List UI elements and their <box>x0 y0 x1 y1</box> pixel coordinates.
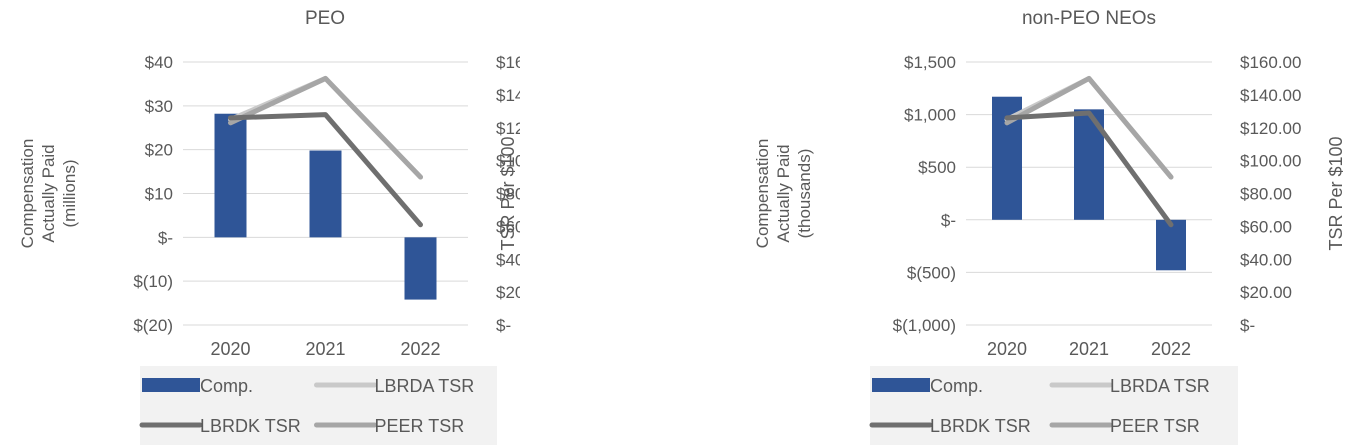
bar-comp <box>404 237 437 300</box>
y2-tick-label: $140.00 <box>1240 86 1301 105</box>
y-tick-label: $10 <box>145 185 173 204</box>
legend-swatch-comp <box>142 378 200 392</box>
y-axis-label-line: (millions) <box>60 160 79 228</box>
y2-tick-label: $100.00 <box>1240 152 1301 171</box>
y-tick-label: $(10) <box>133 272 173 291</box>
y2-axis-label: TSR Per $100 <box>1326 136 1346 250</box>
y2-tick-label: $80.00 <box>1240 185 1292 204</box>
y2-tick-label: $40.00 <box>496 250 520 269</box>
y2-tick-label: $40.00 <box>1240 250 1292 269</box>
x-tick-label: 2020 <box>987 339 1027 359</box>
y-axis-label-line: Actually Paid <box>39 144 58 242</box>
y2-tick-label: $140.00 <box>496 86 520 105</box>
y-tick-label: $(1,000) <box>893 316 956 335</box>
legend-label: Comp. <box>200 376 253 396</box>
peo-chart: PEO $40 $30 $20 $10 $- $(10) $(20) $160.00 $140.0… <box>0 0 520 445</box>
non-peo-neos-chart-svg: non-PEO NEOs $1,500 $1,000 $500 $- $(500) $(1,… <box>753 8 1346 445</box>
peo-chart-svg: PEO $40 $30 $20 $10 $- $(10) $(20) $160.00 $140.0… <box>18 8 520 445</box>
legend-label: PEER TSR <box>375 416 465 436</box>
legend-label: LBRDA TSR <box>1110 376 1210 396</box>
y2-axis-label: TSR Per $100 <box>498 136 518 250</box>
y2-tick-label: $- <box>1240 316 1255 335</box>
y2-tick-label: $160.00 <box>496 53 520 72</box>
y-tick-label: $(20) <box>133 316 173 335</box>
legend-label: LBRDK TSR <box>200 416 301 436</box>
y-axis-label-line: Compensation <box>753 139 772 249</box>
y-axis-label-line: Compensation <box>18 139 37 249</box>
x-tick-label: 2022 <box>1151 339 1191 359</box>
y-tick-label: $1,500 <box>904 53 956 72</box>
y-axis-label-line: Actually Paid <box>774 144 793 242</box>
chart-title: PEO <box>305 8 345 29</box>
y-tick-label: $- <box>158 228 173 247</box>
y2-tick-label: $160.00 <box>1240 53 1301 72</box>
y2-tick-label: $20.00 <box>1240 283 1292 302</box>
x-tick-label: 2020 <box>210 339 250 359</box>
y-tick-label: $1,000 <box>904 106 956 125</box>
legend-swatch-comp <box>872 378 930 392</box>
legend-label: PEER TSR <box>1110 416 1200 436</box>
non-peo-neos-chart: non-PEO NEOs $1,500 $1,000 $500 $- $(500) $(1,… <box>740 0 1349 445</box>
y2-tick-label: $60.00 <box>1240 217 1292 236</box>
legend-label: LBRDK TSR <box>930 416 1031 436</box>
y2-tick-label: $120.00 <box>1240 119 1301 138</box>
legend-label: Comp. <box>930 376 983 396</box>
x-tick-label: 2021 <box>1069 339 1109 359</box>
x-tick-label: 2021 <box>305 339 345 359</box>
y-tick-label: $40 <box>145 53 173 72</box>
y-axis-label-line: (thousands) <box>795 149 814 239</box>
y2-tick-label: $20.00 <box>496 283 520 302</box>
chart-title: non-PEO NEOs <box>1022 8 1156 29</box>
y-tick-label: $- <box>941 211 956 230</box>
legend-label: LBRDA TSR <box>375 376 475 396</box>
y-tick-label: $500 <box>918 158 956 177</box>
x-tick-label: 2022 <box>400 339 440 359</box>
y-tick-label: $(500) <box>907 263 956 282</box>
bar-comp <box>1156 219 1186 271</box>
y-tick-label: $20 <box>145 141 173 160</box>
y2-tick-label: $- <box>496 316 511 335</box>
bar-comp <box>309 150 342 238</box>
bar-comp <box>214 113 247 238</box>
y-tick-label: $30 <box>145 97 173 116</box>
y2-tick-label: $120.00 <box>496 119 520 138</box>
